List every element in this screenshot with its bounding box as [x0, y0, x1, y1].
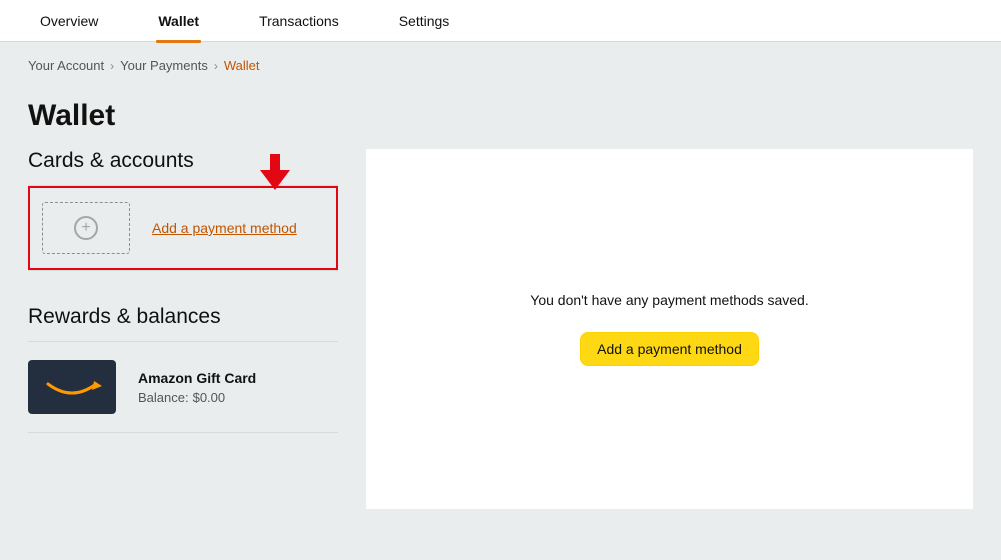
section-heading-cards: Cards & accounts: [28, 149, 338, 173]
crumb-wallet: Wallet: [224, 58, 260, 73]
chevron-right-icon: ›: [214, 59, 218, 73]
gift-card-row[interactable]: Amazon Gift Card Balance: $0.00: [28, 360, 338, 414]
tab-settings[interactable]: Settings: [399, 0, 450, 42]
tab-transactions[interactable]: Transactions: [259, 0, 339, 42]
page-title: Wallet: [28, 99, 973, 133]
section-heading-rewards: Rewards & balances: [28, 305, 338, 329]
dashed-card-placeholder: +: [42, 202, 130, 254]
empty-state-message: You don't have any payment methods saved…: [530, 292, 808, 308]
add-payment-method-button[interactable]: Add a payment method: [580, 332, 759, 366]
add-payment-method-row[interactable]: + Add a payment method: [36, 196, 330, 260]
annotation-arrow-icon: [260, 154, 290, 195]
tab-wallet[interactable]: Wallet: [158, 0, 199, 42]
gift-card-name: Amazon Gift Card: [138, 370, 256, 386]
breadcrumb: Your Account › Your Payments › Wallet: [0, 42, 1001, 73]
add-payment-method-link[interactable]: Add a payment method: [152, 220, 297, 236]
tab-overview[interactable]: Overview: [40, 0, 98, 42]
gift-card-balance-label: Balance:: [138, 390, 189, 405]
tab-bar: Overview Wallet Transactions Settings: [0, 0, 1001, 42]
amazon-gift-card-icon: [28, 360, 116, 414]
gift-card-balance-value: $0.00: [193, 390, 226, 405]
plus-circle-icon: +: [74, 216, 98, 240]
crumb-your-payments[interactable]: Your Payments: [120, 58, 208, 73]
annotation-highlight: + Add a payment method: [28, 186, 338, 270]
chevron-right-icon: ›: [110, 59, 114, 73]
crumb-your-account[interactable]: Your Account: [28, 58, 104, 73]
main-panel: You don't have any payment methods saved…: [366, 149, 973, 509]
